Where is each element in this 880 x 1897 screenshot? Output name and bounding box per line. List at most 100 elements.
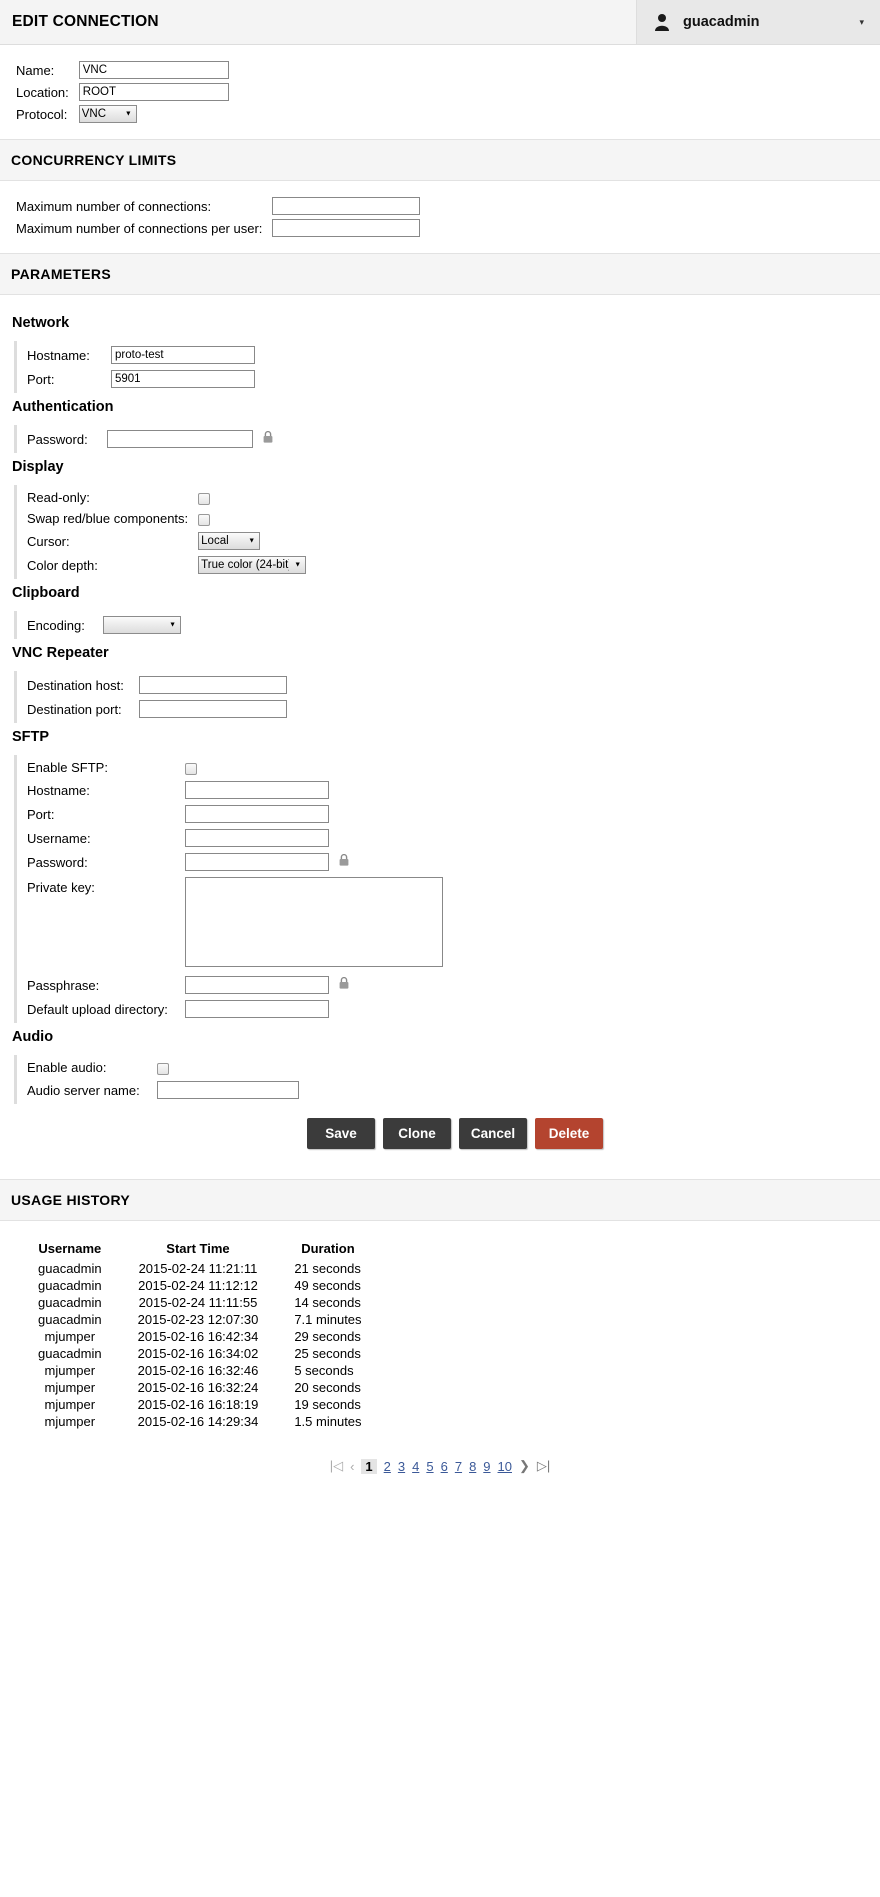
read-only-checkbox[interactable] (198, 492, 211, 505)
color-depth-select[interactable]: True color (24-bit) (198, 556, 307, 574)
clone-button[interactable]: Clone (383, 1118, 451, 1149)
table-row: mjumper 2015-02-16 16:18:19 19 seconds (20, 1396, 380, 1413)
usage-history-thead: Username Start Time Duration (20, 1239, 380, 1260)
first-page-button[interactable]: |◁ (330, 1458, 343, 1474)
location-input[interactable] (78, 83, 229, 101)
cell-start: 2015-02-16 16:42:34 (137, 1329, 259, 1344)
cancel-button[interactable]: Cancel (459, 1118, 527, 1149)
page-link-7[interactable]: 7 (455, 1459, 462, 1474)
page-link-10[interactable]: 10 (498, 1459, 512, 1474)
vnc-repeater-group-title: VNC Repeater (12, 645, 109, 661)
column-header-username: Username (38, 1241, 102, 1256)
encoding-label: Encoding: (27, 617, 85, 633)
upload-directory-input[interactable] (185, 1000, 329, 1018)
next-page-button[interactable]: ❯ (519, 1458, 530, 1474)
max-connections-per-user-label: Maximum number of connections per user: (16, 220, 263, 236)
lock-icon (263, 431, 273, 446)
page-link-6[interactable]: 6 (441, 1459, 448, 1474)
parameters-section: Network Hostname: Port: Authentication P… (0, 295, 880, 1179)
protocol-select-wrap: VNC (78, 105, 137, 123)
table-row: mjumper 2015-02-16 16:42:34 29 seconds (20, 1328, 380, 1345)
audio-group-title: Audio (12, 1029, 54, 1045)
concurrency-table: Maximum number of connections: Maximum n… (16, 195, 421, 239)
cell-username: mjumper (44, 1329, 96, 1344)
page-link-2[interactable]: 2 (384, 1459, 391, 1474)
page-link-9[interactable]: 9 (483, 1459, 490, 1474)
chevron-down-icon[interactable]: ▾ (859, 17, 870, 28)
protocol-row: Protocol: VNC (16, 103, 229, 125)
hostname-input[interactable] (111, 346, 255, 364)
vnc-repeater-fields: Destination host: Destination port: (14, 671, 880, 723)
enable-sftp-checkbox[interactable] (185, 762, 197, 775)
name-input[interactable] (78, 61, 229, 79)
color-depth-select-wrap: True color (24-bit) (198, 556, 307, 574)
audio-server-name-input[interactable] (157, 1081, 299, 1099)
destination-host-input[interactable] (139, 676, 287, 694)
sftp-port-input[interactable] (185, 805, 329, 823)
authentication-group-title: Authentication (12, 399, 114, 415)
authentication-fields: Password: (14, 425, 880, 453)
sftp-table: Enable SFTP: Hostname: Port: Username: P… (27, 757, 443, 1021)
cursor-label: Cursor: (27, 533, 70, 549)
page-link-1[interactable]: 1 (361, 1458, 377, 1474)
destination-port-label: Destination port: (27, 701, 122, 717)
vnc-password-input[interactable] (107, 430, 253, 448)
prev-page-button[interactable]: ‹ (350, 1459, 354, 1474)
vnc-repeater-table: Destination host: Destination port: (27, 673, 287, 721)
sftp-group-title: SFTP (12, 729, 50, 745)
max-connections-per-user-input[interactable] (272, 219, 421, 237)
private-key-textarea[interactable] (185, 877, 443, 967)
last-page-button[interactable]: ▷| (537, 1458, 550, 1474)
audio-server-name-row: Audio server name: (27, 1078, 299, 1102)
delete-button[interactable]: Delete (535, 1118, 603, 1149)
cell-start: 2015-02-16 16:32:24 (137, 1380, 259, 1395)
destination-host-label: Destination host: (27, 677, 124, 693)
cell-username: guacadmin (38, 1346, 102, 1361)
save-button[interactable]: Save (307, 1118, 375, 1149)
cell-username: guacadmin (38, 1261, 102, 1276)
parameters-header: PARAMETERS (0, 253, 880, 295)
user-menu[interactable]: guacadmin ▾ (636, 0, 880, 44)
passphrase-input[interactable] (185, 976, 329, 994)
cell-duration: 5 seconds (294, 1363, 354, 1378)
destination-port-input[interactable] (139, 700, 287, 718)
upload-directory-row: Default upload directory: (27, 997, 443, 1021)
swap-red-blue-label: Swap red/blue components: (27, 511, 189, 526)
page-link-8[interactable]: 8 (469, 1459, 476, 1474)
cell-username: mjumper (44, 1397, 96, 1412)
max-connections-input[interactable] (272, 197, 421, 215)
encoding-row: Encoding: (27, 613, 181, 637)
port-label: Port: (27, 371, 55, 387)
encoding-select[interactable] (103, 616, 181, 634)
enable-audio-checkbox[interactable] (157, 1062, 169, 1075)
cursor-select[interactable]: Local (198, 532, 261, 550)
display-fields: Read-only: Swap red/blue components: Cur… (14, 485, 880, 579)
cell-username: guacadmin (38, 1278, 102, 1293)
port-input[interactable] (111, 370, 255, 388)
usage-history-section: Username Start Time Duration guacadmin 20… (0, 1221, 880, 1440)
cell-duration: 7.1 minutes (294, 1312, 362, 1327)
vnc-password-label: Password: (27, 431, 88, 447)
sftp-username-input[interactable] (185, 829, 329, 847)
cell-username: mjumper (44, 1414, 96, 1429)
cell-start: 2015-02-16 16:18:19 (137, 1397, 259, 1412)
port-row: Port: (27, 367, 255, 391)
page-link-4[interactable]: 4 (412, 1459, 419, 1474)
page-link-3[interactable]: 3 (398, 1459, 405, 1474)
page-title: EDIT CONNECTION (12, 13, 159, 30)
page-link-5[interactable]: 5 (426, 1459, 433, 1474)
cell-duration: 19 seconds (294, 1397, 361, 1412)
sftp-fields: Enable SFTP: Hostname: Port: Username: P… (14, 755, 880, 1023)
table-row: guacadmin 2015-02-23 12:07:30 7.1 minutes (20, 1311, 380, 1328)
cell-start: 2015-02-16 14:29:34 (137, 1414, 259, 1429)
color-depth-row: Color depth: True color (24-bit) (27, 553, 307, 577)
swap-red-blue-checkbox[interactable] (198, 513, 211, 526)
table-row: mjumper 2015-02-16 14:29:34 1.5 minutes (20, 1413, 380, 1430)
sftp-hostname-input[interactable] (185, 781, 329, 799)
protocol-select[interactable]: VNC (78, 105, 137, 123)
cell-start: 2015-02-23 12:07:30 (137, 1312, 259, 1327)
sftp-password-input[interactable] (185, 853, 329, 871)
cell-duration: 29 seconds (294, 1329, 361, 1344)
concurrency-limits-header: CONCURRENCY LIMITS (0, 139, 880, 181)
max-connections-label: Maximum number of connections: (16, 198, 212, 214)
